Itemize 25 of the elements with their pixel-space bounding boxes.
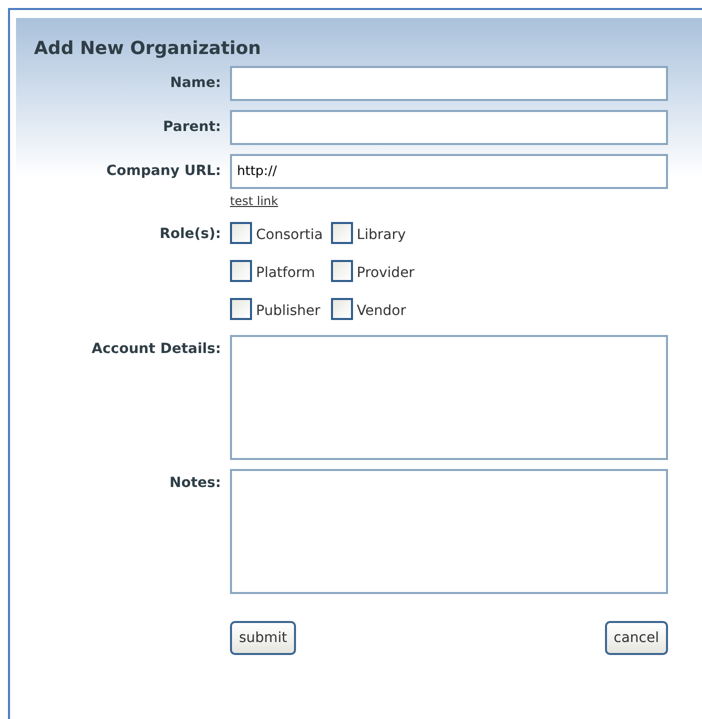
checkbox[interactable] [230,298,252,320]
checkbox-label: Provider [356,264,414,282]
field-label: Parent: [162,118,221,137]
cancel-button[interactable]: cancel [604,621,668,655]
checkbox[interactable] [330,298,353,320]
checkbox[interactable] [230,260,252,282]
text-field[interactable] [230,110,668,145]
checkbox-label: Platform [256,264,316,282]
checkbox[interactable] [330,222,353,244]
test-link[interactable]: test link [230,194,278,208]
text-field[interactable]: http:// [230,154,668,189]
checkbox-label: Publisher [256,302,320,320]
field-label: Company URL: [105,162,221,181]
checkbox-label: Consortia [256,226,323,244]
checkbox-label: Vendor [356,302,406,320]
form-title: Add New Organization [34,38,262,60]
checkbox-label: Library [356,226,406,244]
checkbox[interactable] [330,260,353,282]
text-field[interactable] [230,66,668,101]
field-label: Account Details: [90,340,221,359]
field-label: Role(s): [158,225,221,244]
checkbox[interactable] [230,222,252,244]
field-label: Notes: [168,474,221,493]
field-label: Name: [169,74,221,93]
submit-button[interactable]: submit [230,621,296,655]
